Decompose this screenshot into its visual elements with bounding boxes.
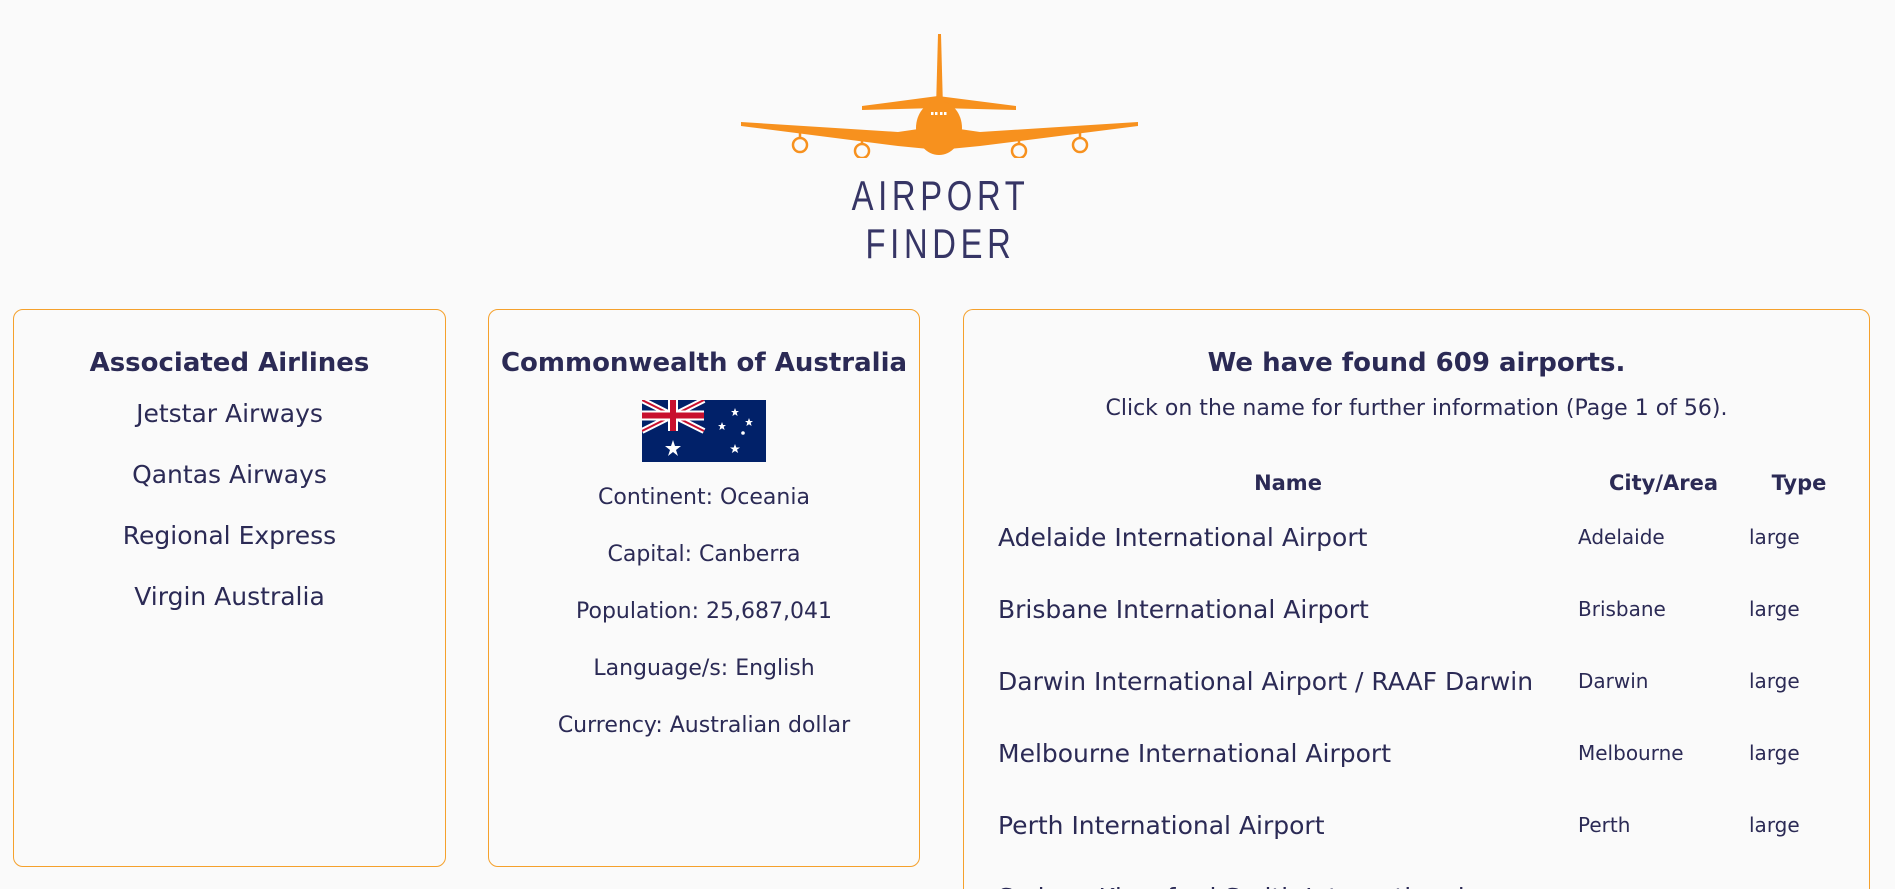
airlines-title: Associated Airlines (89, 348, 370, 378)
table-row: Sydney Kingsford Smith International (998, 861, 1849, 889)
column-header-city: City/Area (1608, 471, 1719, 495)
airport-name-link[interactable]: Sydney Kingsford Smith International (998, 861, 1578, 889)
airport-type: large (1749, 813, 1800, 837)
results-title: We have found 609 airports. (1207, 348, 1626, 378)
table-row: Adelaide International Airport Adelaide … (998, 501, 1849, 573)
airport-name-link[interactable]: Brisbane International Airport (998, 573, 1578, 645)
airline-item[interactable]: Virgin Australia (14, 577, 445, 638)
country-currency: Currency: Australian dollar (557, 713, 851, 738)
country-capital: Capital: Canberra (607, 542, 801, 567)
table-header-row: Name City/Area Type (998, 465, 1849, 501)
airport-name-link[interactable]: Perth International Airport (998, 789, 1578, 861)
airport-city: Adelaide (1578, 525, 1665, 549)
column-header-name: Name (1254, 471, 1322, 495)
airport-name-link[interactable]: Melbourne International Airport (998, 717, 1578, 789)
airline-item[interactable]: Qantas Airways (14, 455, 445, 516)
country-population: Population: 25,687,041 (576, 599, 832, 624)
airport-finder-logo: AIRPORT FINDER (738, 28, 1143, 267)
airport-type: large (1749, 669, 1800, 693)
airport-city (1578, 861, 1749, 889)
airport-type: large (1749, 597, 1800, 621)
airport-city: Darwin (1578, 669, 1649, 693)
country-info-card: Commonwealth of Australia Continent: Oce… (488, 309, 920, 867)
airline-item[interactable]: Jetstar Airways (14, 394, 445, 455)
airport-city: Perth (1578, 813, 1631, 837)
country-name: Commonwealth of Australia (500, 348, 908, 378)
results-subtitle: Click on the name for further informatio… (1105, 396, 1728, 421)
airport-type: large (1749, 741, 1800, 765)
airline-list: Jetstar Airways Qantas Airways Regional … (14, 394, 445, 638)
airports-results-card: We have found 609 airports. Click on the… (963, 309, 1870, 889)
airport-type (1749, 861, 1849, 889)
airport-city: Brisbane (1578, 597, 1666, 621)
country-languages: Language/s: English (593, 656, 815, 681)
country-continent: Continent: Oceania (598, 485, 810, 510)
airport-name-link[interactable]: Darwin International Airport / RAAF Darw… (998, 645, 1578, 717)
australia-flag-icon (642, 400, 766, 462)
airports-table: Name City/Area Type Adelaide Internation… (998, 465, 1849, 889)
associated-airlines-card: Associated Airlines Jetstar Airways Qant… (13, 309, 446, 867)
column-header-type: Type (1771, 471, 1827, 495)
airport-type: large (1749, 525, 1800, 549)
airline-item[interactable]: Regional Express (14, 516, 445, 577)
table-row: Melbourne International Airport Melbourn… (998, 717, 1849, 789)
logo-title: AIRPORT FINDER (851, 172, 1030, 267)
airport-city: Melbourne (1578, 741, 1684, 765)
table-row: Perth International Airport Perth large (998, 789, 1849, 861)
table-row: Darwin International Airport / RAAF Darw… (998, 645, 1849, 717)
table-row: Brisbane International Airport Brisbane … (998, 573, 1849, 645)
airport-name-link[interactable]: Adelaide International Airport (998, 501, 1578, 573)
airplane-icon (741, 34, 1138, 158)
